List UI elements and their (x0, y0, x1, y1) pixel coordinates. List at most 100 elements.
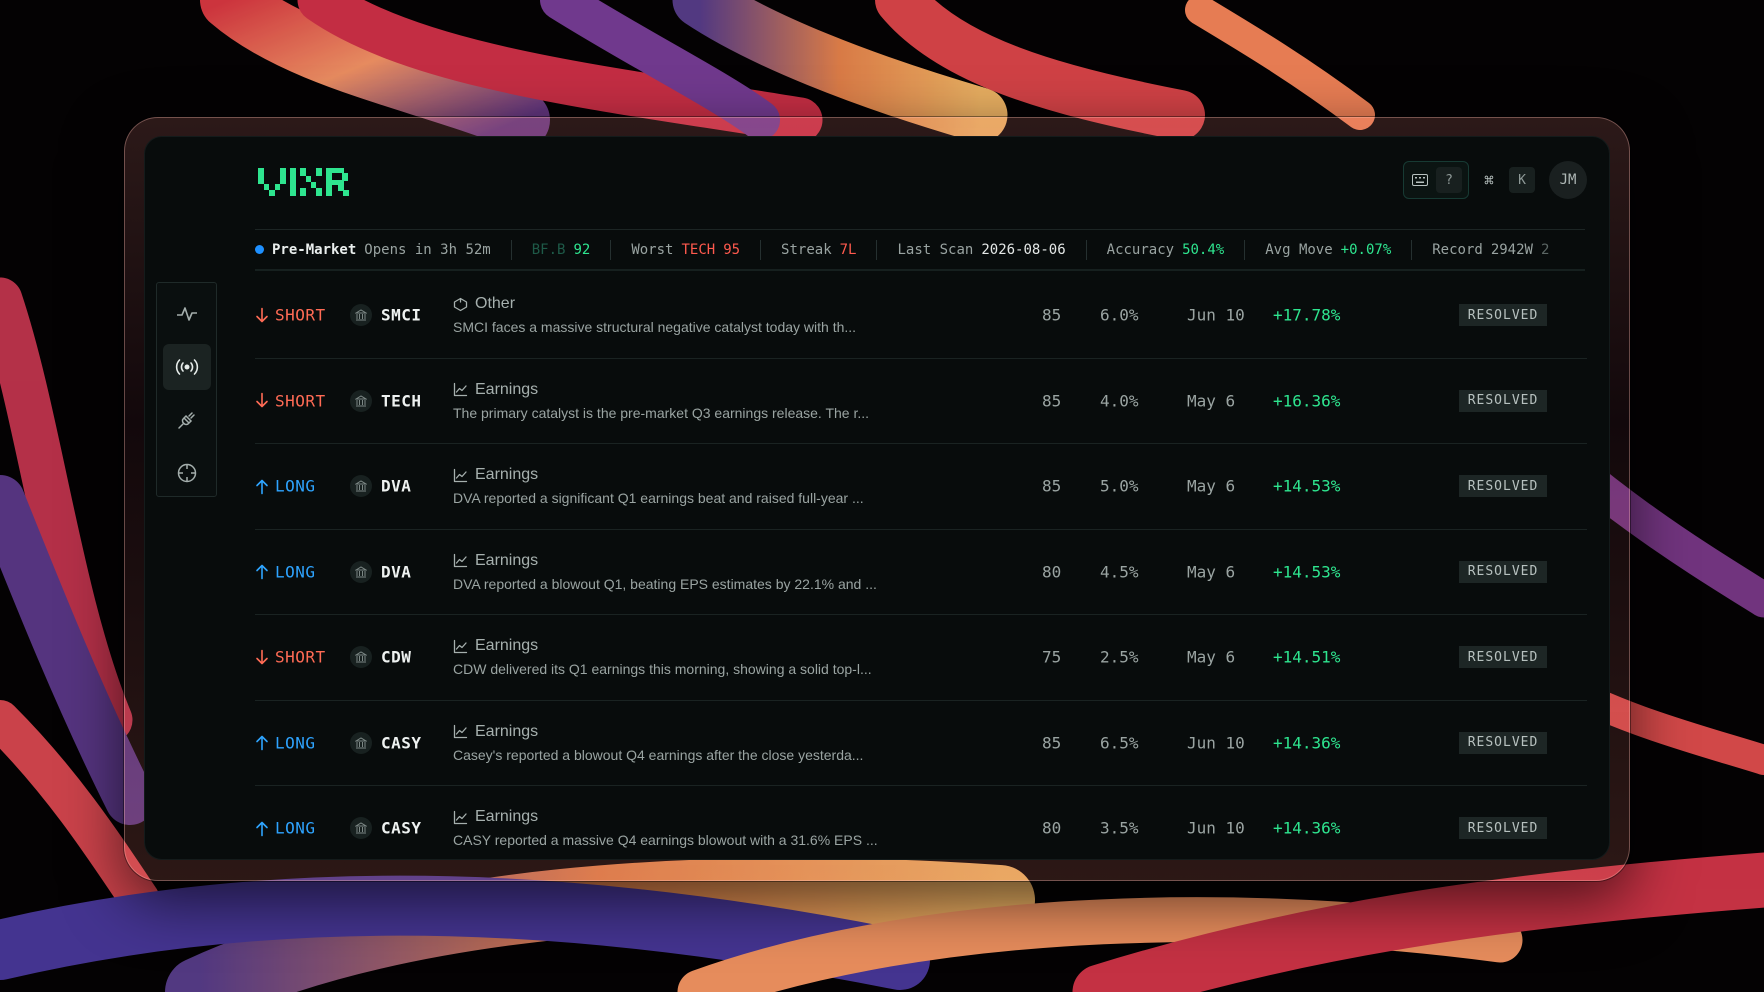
avg-move-value: +0.07% (1340, 241, 1392, 258)
arrow-up-icon (256, 821, 268, 837)
catalyst-description: Casey's reported a blowout Q4 earnings a… (453, 746, 864, 763)
category-label: Earnings (475, 637, 539, 655)
header-controls: ? ⌘ K JM (1403, 161, 1587, 199)
accuracy-value: 50.4% (1182, 241, 1225, 258)
size-value: 4.0% (1100, 391, 1139, 411)
arrow-up-icon (256, 479, 268, 495)
status-badge: RESOLVED (1459, 560, 1547, 583)
keyboard-shortcuts-button[interactable]: ? (1403, 161, 1469, 199)
tag-icon (453, 297, 468, 311)
sidebar-nav (156, 282, 217, 497)
pulse-icon (176, 306, 197, 321)
crosshair-icon (177, 464, 196, 483)
move-value: +14.53% (1273, 476, 1341, 496)
chart-icon (453, 383, 468, 397)
table-row[interactable]: LONG CASY Earnings CASY reported a massi… (255, 786, 1587, 859)
category-label: Earnings (475, 380, 539, 398)
score-value: 85 (1042, 476, 1062, 496)
command-icon[interactable]: ⌘ (1479, 167, 1499, 193)
direction: LONG (255, 562, 316, 581)
direction: LONG (255, 477, 316, 496)
ticker-symbol[interactable]: DVA (381, 562, 411, 581)
date-value: Jun 10 (1187, 818, 1245, 838)
size-value: 5.0% (1100, 476, 1139, 496)
bank-icon (350, 817, 372, 840)
sidebar-item-activity[interactable] (163, 291, 211, 336)
score-value: 80 (1042, 562, 1062, 582)
avatar[interactable]: JM (1549, 161, 1587, 199)
ticker-symbol[interactable]: DVA (381, 477, 411, 496)
signals-table: SHORT SMCI Other SMCI faces a massive st… (255, 273, 1587, 859)
ticker-streak: Streak 7L (761, 239, 878, 260)
direction: LONG (255, 733, 316, 752)
chart-icon (453, 810, 468, 824)
direction-label: LONG (275, 562, 316, 582)
catalyst-description: DVA reported a significant Q1 earnings b… (453, 490, 864, 507)
direction-label: LONG (275, 818, 316, 838)
sidebar-item-targets[interactable] (163, 451, 211, 496)
move-value: +16.36% (1273, 391, 1341, 411)
catalyst-description: CASY reported a massive Q4 earnings blow… (453, 832, 878, 849)
size-value: 6.5% (1100, 733, 1139, 753)
catalyst-category: Earnings (453, 381, 883, 399)
category-label: Earnings (475, 808, 539, 826)
table-row[interactable]: LONG DVA Earnings DVA reported a blowout… (255, 530, 1587, 615)
chart-icon (453, 725, 468, 739)
direction: SHORT (255, 306, 326, 325)
status-badge: RESOLVED (1459, 731, 1547, 754)
command-k-key[interactable]: K (1509, 167, 1535, 193)
status-badge: RESOLVED (1459, 304, 1547, 327)
catalyst-info: Earnings DVA reported a blowout Q1, beat… (453, 552, 883, 592)
ticker-symbol[interactable]: CDW (381, 648, 411, 667)
bank-icon (350, 389, 372, 412)
table-row[interactable]: LONG DVA Earnings DVA reported a signifi… (255, 444, 1587, 530)
date-value: May 6 (1187, 476, 1236, 496)
catalyst-description: CDW delivered its Q1 earnings this morni… (453, 661, 872, 678)
direction: LONG (255, 819, 316, 838)
category-label: Earnings (475, 466, 539, 484)
catalyst-info: Earnings The primary catalyst is the pre… (453, 381, 883, 421)
status-badge: RESOLVED (1459, 475, 1547, 498)
arrow-down-icon (256, 649, 268, 665)
ticker-symbol[interactable]: TECH (381, 391, 422, 410)
streak-label: Streak (781, 241, 832, 258)
status-dot-icon (255, 245, 264, 254)
opens-in-text: Opens in 3h 52m (364, 241, 491, 258)
ticker-symbol[interactable]: CASY (381, 733, 422, 752)
direction-label: LONG (275, 733, 316, 753)
status-badge: RESOLVED (1459, 817, 1547, 840)
record-tail: 2 (1540, 241, 1550, 258)
date-value: May 6 (1187, 647, 1236, 667)
stats-ticker: Pre-Market Opens in 3h 52m BF.B 92 Worst… (255, 229, 1585, 271)
chart-icon (453, 468, 468, 482)
ticker-symbol[interactable]: CASY (381, 819, 422, 838)
size-value: 4.5% (1100, 562, 1139, 582)
size-value: 2.5% (1100, 647, 1139, 667)
direction-label: SHORT (275, 647, 326, 667)
streak-value: 7L (839, 241, 857, 258)
bank-icon (350, 731, 372, 754)
move-value: +14.36% (1273, 733, 1341, 753)
bank-icon (350, 475, 372, 498)
table-row[interactable]: SHORT TECH Earnings The primary catalyst… (255, 359, 1587, 444)
sidebar-item-integrations[interactable] (163, 398, 211, 443)
catalyst-category: Earnings (453, 466, 883, 484)
arrow-up-icon (256, 564, 268, 580)
arrow-down-icon (256, 307, 268, 323)
catalyst-category: Other (453, 295, 883, 313)
avg-move-label: Avg Move (1265, 241, 1333, 258)
worst-value: 95 (723, 241, 741, 258)
market-status-label: Pre-Market (272, 241, 357, 258)
bank-icon (350, 304, 372, 327)
table-row[interactable]: SHORT SMCI Other SMCI faces a massive st… (255, 273, 1587, 359)
sidebar-item-signals[interactable] (162, 344, 211, 390)
record-label: Record (1432, 241, 1483, 258)
arrow-down-icon (256, 392, 268, 408)
catalyst-info: Other SMCI faces a massive structural ne… (453, 295, 883, 335)
ticker-accuracy: Accuracy 50.4% (1087, 239, 1246, 260)
table-row[interactable]: LONG CASY Earnings Casey's reported a bl… (255, 701, 1587, 786)
catalyst-info: Earnings CDW delivered its Q1 earnings t… (453, 637, 883, 677)
ticker-item-first: BF.B 92 (512, 239, 612, 260)
table-row[interactable]: SHORT CDW Earnings CDW delivered its Q1 … (255, 615, 1587, 701)
ticker-symbol[interactable]: SMCI (381, 306, 422, 325)
